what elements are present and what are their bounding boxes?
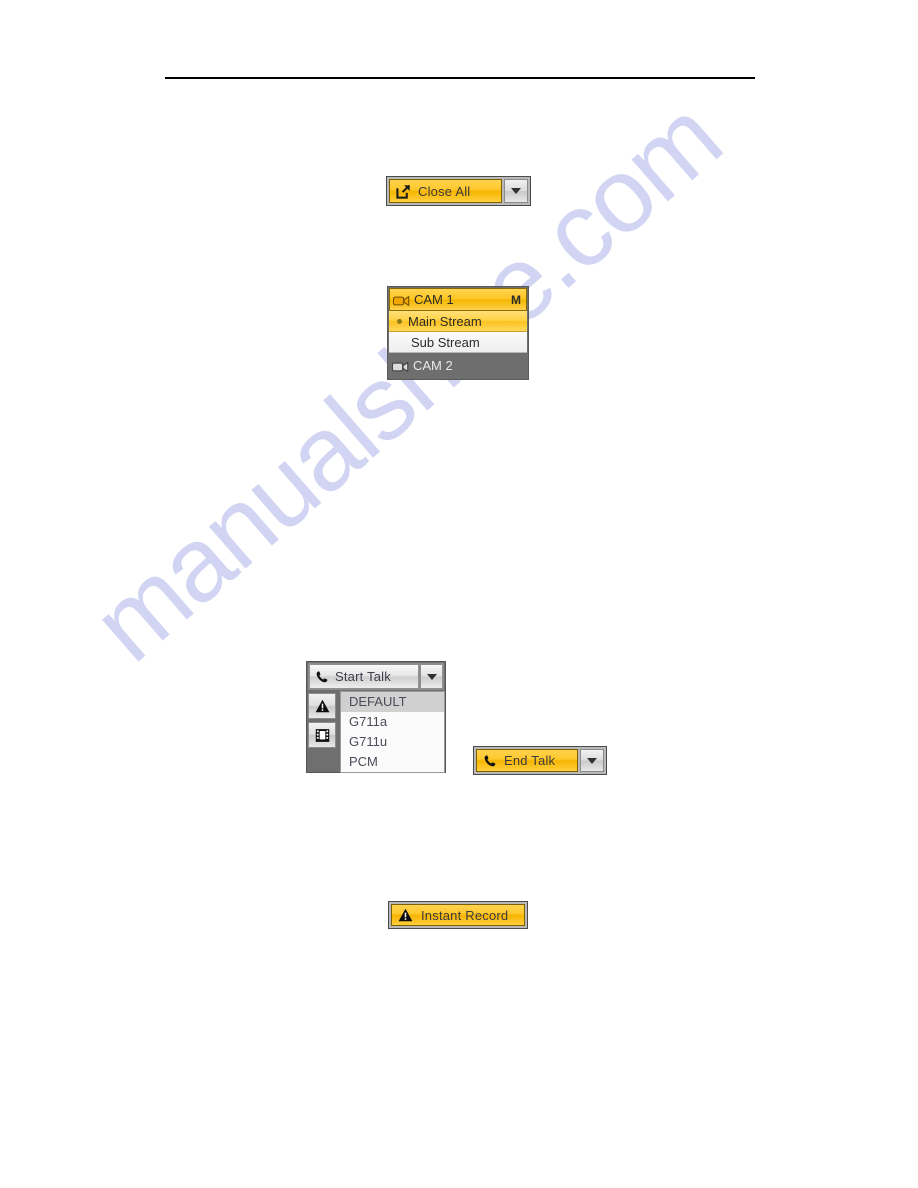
end-talk-dropdown-toggle[interactable] [580, 749, 604, 772]
codec-option-g711u[interactable]: G711u [341, 732, 444, 752]
video-camera-icon [392, 294, 410, 306]
codec-option-default-label: DEFAULT [349, 694, 407, 709]
codec-option-g711a-label: G711a [349, 714, 388, 729]
phone-icon [315, 670, 329, 684]
chevron-down-icon [426, 673, 437, 680]
phone-icon [483, 754, 497, 768]
codec-option-default[interactable]: DEFAULT [341, 692, 444, 712]
stream-option-sub[interactable]: Sub Stream [389, 332, 527, 353]
codec-option-pcm[interactable]: PCM [341, 752, 444, 772]
codec-dropdown-list[interactable]: DEFAULT G711a G711u PCM [340, 691, 445, 773]
cam-menu-header-label: CAM 1 [414, 292, 454, 307]
alarm-button[interactable] [308, 693, 336, 719]
cam-menu-item-cam2-label: CAM 2 [413, 358, 453, 373]
start-talk-button[interactable]: Start Talk [308, 663, 444, 690]
header-divider [165, 77, 755, 79]
close-all-face[interactable]: Close All [389, 179, 502, 203]
start-talk-face[interactable]: Start Talk [309, 664, 419, 689]
codec-option-g711a[interactable]: G711a [341, 712, 444, 732]
end-talk-label: End Talk [504, 753, 556, 768]
end-talk-face[interactable]: End Talk [476, 749, 578, 772]
film-strip-icon [315, 728, 330, 743]
external-link-icon [396, 184, 411, 199]
camera-stream-menu[interactable]: CAM 1 M Main Stream Sub Stream CAM 2 [387, 286, 529, 380]
cam-menu-stream-badge: M [511, 292, 521, 307]
start-talk-dropdown-toggle[interactable] [420, 664, 443, 689]
start-talk-label: Start Talk [335, 669, 391, 684]
codec-option-pcm-label: PCM [349, 754, 378, 769]
instant-record-label: Instant Record [421, 907, 509, 923]
start-talk-side-toolbar[interactable] [308, 691, 338, 771]
instant-record-button[interactable]: Instant Record [388, 901, 528, 929]
manual-page: manualshive.com Close All CAM 1 M Main S… [0, 0, 918, 1188]
cam-menu-header[interactable]: CAM 1 M [389, 288, 527, 311]
chevron-down-icon [511, 188, 521, 194]
instant-record-face[interactable]: Instant Record [391, 904, 525, 926]
cam-menu-item-cam2[interactable]: CAM 2 [389, 353, 527, 378]
stream-option-sub-label: Sub Stream [411, 334, 480, 350]
radio-dot-icon [397, 318, 402, 324]
watermark-text: manualshive.com [71, 79, 743, 684]
warning-triangle-icon [315, 699, 330, 713]
record-button[interactable] [308, 722, 336, 748]
end-talk-button[interactable]: End Talk [473, 746, 607, 775]
close-all-dropdown-toggle[interactable] [504, 179, 528, 203]
stream-option-main-label: Main Stream [408, 313, 482, 329]
warning-triangle-icon [398, 908, 413, 922]
stream-option-main[interactable]: Main Stream [389, 311, 527, 332]
watermark: manualshive.com [71, 79, 870, 850]
close-all-button[interactable]: Close All [386, 176, 531, 206]
start-talk-panel[interactable]: Start Talk DEFAULT G711a G711u PCM [306, 661, 446, 773]
video-camera-icon [391, 360, 409, 372]
close-all-label: Close All [418, 183, 471, 199]
chevron-down-icon [587, 757, 597, 764]
codec-option-g711u-label: G711u [349, 734, 388, 749]
